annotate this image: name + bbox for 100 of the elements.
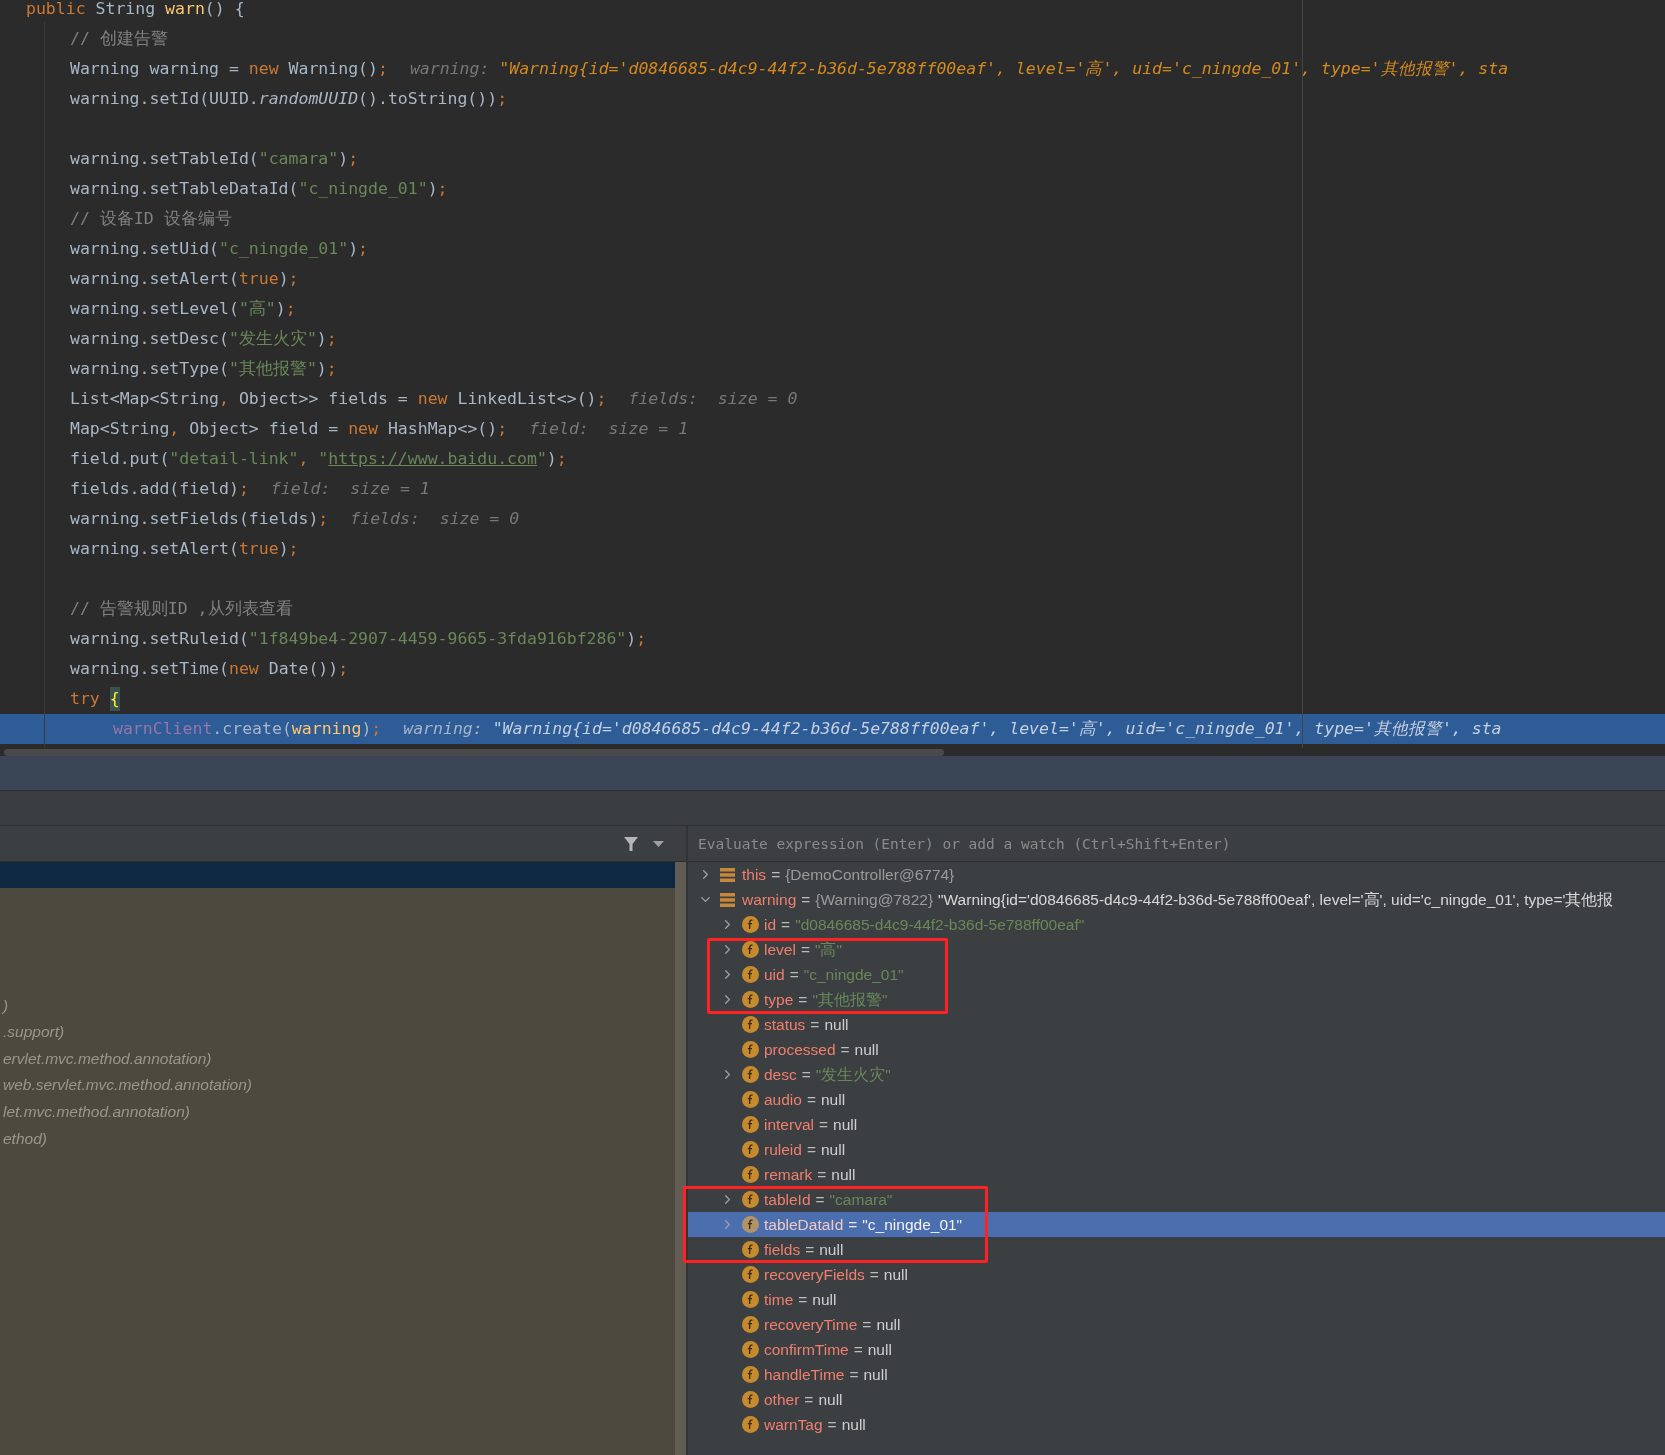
code-text: , [169, 417, 180, 440]
field-icon [742, 941, 759, 958]
variable-row[interactable]: desc = "发生火灾" [688, 1062, 1665, 1087]
variable-value: "c_ningde_01" [862, 1214, 963, 1235]
variable-name: processed [764, 1039, 836, 1060]
variable-name: warnTag [764, 1414, 823, 1435]
field-icon [742, 916, 759, 933]
object-icon [720, 892, 735, 907]
variable-row[interactable]: uid = "c_ningde_01" [688, 962, 1665, 987]
equals-sign: = [801, 1064, 811, 1085]
code-text: warning.setFields(fields) [70, 507, 319, 530]
code-text: field: size = 1 [529, 417, 689, 440]
code-text: warning.setLevel( [70, 297, 239, 320]
code-text: ; [437, 177, 448, 200]
code-text: "c_ningde_01" [298, 177, 428, 200]
variable-detail: "Warning{id='d0846685-d4c9-44f2-b36d-5e788ff00eaf', level='高', uid='c_ningde_01', type='其他报 [938, 889, 1614, 910]
equals-sign: = [849, 1364, 859, 1385]
variable-row[interactable]: status = null [688, 1012, 1665, 1037]
variable-name: desc [764, 1064, 797, 1085]
variable-name: handleTime [764, 1364, 845, 1385]
dropdown-caret-icon[interactable] [653, 840, 664, 847]
code-text: ; [288, 267, 299, 290]
equals-sign: = [781, 914, 791, 935]
equals-sign: = [771, 864, 781, 885]
variable-row[interactable]: handleTime = null [688, 1362, 1665, 1387]
variable-row[interactable]: type = "其他报警" [688, 987, 1665, 1012]
variable-row[interactable]: interval = null [688, 1112, 1665, 1137]
equals-sign: = [853, 1339, 863, 1360]
equals-sign: = [801, 889, 811, 910]
variable-row[interactable]: recoveryFields = null [688, 1262, 1665, 1287]
object-icon [720, 867, 735, 882]
code-text: String [94, 0, 157, 20]
equals-sign: = [810, 1014, 820, 1035]
field-icon [742, 1116, 759, 1133]
code-text: warn [165, 0, 205, 20]
variable-row[interactable]: processed = null [688, 1037, 1665, 1062]
code-text: // 创建告警 [70, 27, 168, 50]
code-text: ().toString()) [358, 87, 498, 110]
variable-row[interactable]: this = {DemoController@6774} [688, 862, 1665, 887]
field-icon [742, 1291, 759, 1308]
code-text: warning.setAlert( [70, 537, 239, 560]
code-text: warning: [403, 717, 484, 740]
variable-row[interactable]: fields = null [688, 1237, 1665, 1262]
code-text: field.put( [70, 447, 170, 470]
field-icon [742, 1141, 759, 1158]
code-text: HashMap<>() [386, 417, 498, 440]
code-text: ; [318, 507, 329, 530]
variable-row[interactable]: tableDataId = "c_ningde_01" [688, 1212, 1665, 1237]
code-text: warning: [409, 57, 491, 80]
equals-sign: = [848, 1214, 858, 1235]
equals-sign: = [805, 1239, 815, 1260]
code-text: warning.setTableDataId( [70, 177, 299, 200]
variable-row[interactable]: confirmTime = null [688, 1337, 1665, 1362]
code-text: ) [361, 717, 372, 740]
field-icon [742, 1166, 759, 1183]
code-text: ; [326, 357, 337, 380]
code-editor[interactable] [0, 0, 1665, 748]
variable-value: null [863, 1364, 888, 1385]
field-icon [742, 1241, 759, 1258]
code-text: "Warning{id='d0846685-d4c9-44f2-b36d-5e788ff00eaf', level='高', uid='c_ningde_01', type='其他报警', sta [499, 57, 1509, 80]
variable-row[interactable]: audio = null [688, 1087, 1665, 1112]
code-text: , [219, 387, 229, 410]
variable-name: uid [764, 964, 785, 985]
code-text: ; [238, 477, 249, 500]
variable-row[interactable]: tableId = "camara" [688, 1187, 1665, 1212]
code-text: List<Map<String [70, 387, 219, 410]
variable-value: null [841, 1414, 866, 1435]
field-icon [742, 991, 759, 1008]
url-link[interactable]: https://www.baidu.com [328, 446, 537, 472]
field-icon [742, 1191, 759, 1208]
variable-row[interactable]: remark = null [688, 1162, 1665, 1187]
variable-row[interactable]: id = "d0846685-d4c9-44f2-b36d-5e788ff00eaf" [688, 912, 1665, 937]
code-text: "高" [238, 297, 276, 320]
field-icon [742, 1266, 759, 1283]
field-icon [742, 966, 759, 983]
code-text: .create( [212, 717, 292, 740]
variable-name: time [764, 1289, 794, 1310]
scrollbar-thumb[interactable] [4, 748, 944, 756]
code-text: "detail-link" [169, 447, 299, 470]
variable-row[interactable]: warning = {Warning@7822} "Warning{id='d0846685-d4c9-44f2-b36d-5e788ff00eaf', level='高', uid='c_ningde_01', type='其他报 [688, 887, 1665, 912]
code-text: ) [427, 177, 438, 200]
code-text: fields.add(field) [70, 477, 239, 500]
equals-sign: = [818, 1114, 829, 1135]
variable-row[interactable]: time = null [688, 1287, 1665, 1312]
variable-value: null [818, 1389, 843, 1410]
equals-sign: = [798, 1289, 808, 1310]
variable-value: null [833, 1114, 858, 1135]
code-text: field: size = 1 [270, 477, 430, 500]
code-text: try [70, 687, 100, 710]
variable-row[interactable]: other = null [688, 1387, 1665, 1412]
variable-name: type [764, 989, 794, 1010]
code-text: ) [626, 627, 637, 650]
variable-row[interactable]: ruleid = null [688, 1137, 1665, 1162]
variable-value: "发生火灾" [815, 1064, 891, 1085]
equals-sign: = [815, 1189, 825, 1210]
variable-row[interactable]: recoveryTime = null [688, 1312, 1665, 1337]
filter-icon[interactable] [623, 835, 639, 852]
variable-name: remark [764, 1164, 813, 1185]
variable-row[interactable]: warnTag = null [688, 1412, 1665, 1437]
variable-row[interactable]: level = "高" [688, 937, 1665, 962]
